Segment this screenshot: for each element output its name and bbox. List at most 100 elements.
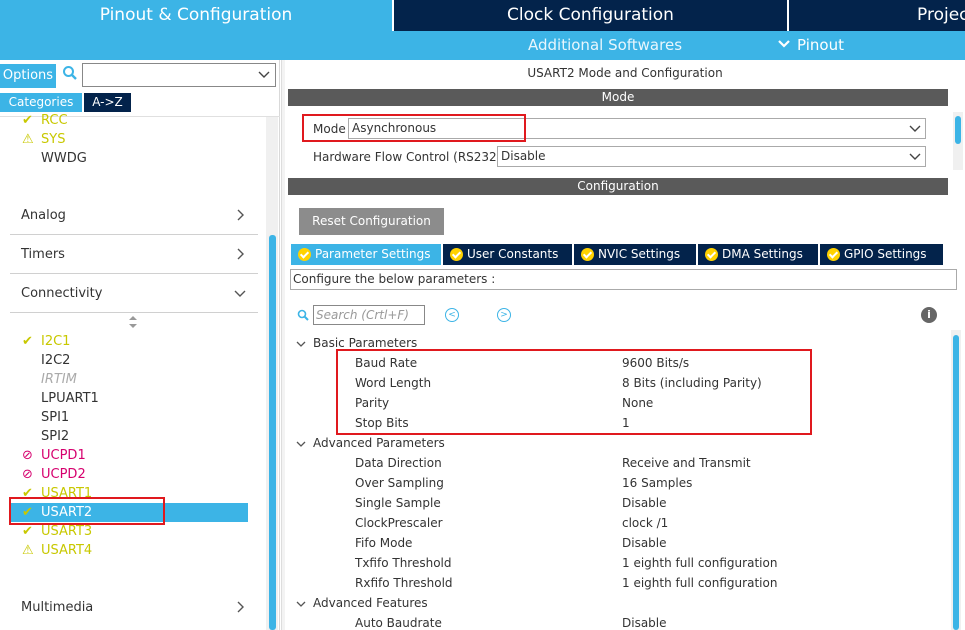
tab-project-manager[interactable]: Projec xyxy=(789,0,965,31)
reset-configuration-button[interactable]: Reset Configuration xyxy=(299,208,444,235)
warning-icon: ⚠ xyxy=(22,132,34,147)
check-circle-icon xyxy=(827,248,840,261)
list-item-label: UCPD1 xyxy=(41,448,86,463)
previous-result-icon[interactable]: < xyxy=(445,308,459,322)
group-advanced-parameters[interactable]: Advanced Parameters xyxy=(313,436,445,450)
tab-clock-configuration[interactable]: Clock Configuration xyxy=(394,0,787,31)
chevron-down-icon[interactable] xyxy=(296,339,306,349)
check-circle-icon xyxy=(450,248,463,261)
group-advanced-features[interactable]: Advanced Features xyxy=(313,596,428,610)
param-name: Fifo Mode xyxy=(355,536,413,550)
list-item-ucpd1[interactable]: ⊘ UCPD1 xyxy=(22,446,86,465)
chevron-right-icon xyxy=(237,209,244,221)
category-label: Connectivity xyxy=(21,286,103,301)
chevron-down-icon xyxy=(234,290,246,297)
tab-label: NVIC Settings xyxy=(598,247,681,261)
category-connectivity[interactable]: Connectivity xyxy=(0,275,258,313)
list-item-label: IRTIM xyxy=(41,372,77,387)
param-name: Over Sampling xyxy=(355,476,444,490)
left-scrollbar-thumb[interactable] xyxy=(269,235,276,630)
param-value[interactable]: Disable xyxy=(622,536,667,550)
chevron-down-icon xyxy=(909,153,921,160)
categories-tab[interactable]: Categories xyxy=(0,93,82,112)
list-item-rcc[interactable]: ✔ RCC xyxy=(22,111,68,130)
category-label: Timers xyxy=(21,247,65,262)
divider xyxy=(10,273,258,274)
page-title: USART2 Mode and Configuration xyxy=(527,66,723,80)
search-icon xyxy=(297,309,309,321)
hardware-flow-control-select[interactable]: Disable xyxy=(497,146,926,167)
param-value[interactable]: Disable xyxy=(622,616,667,630)
warning-icon: ⚠ xyxy=(22,543,34,558)
list-item-label: I2C2 xyxy=(41,353,71,368)
check-circle-icon xyxy=(705,248,718,261)
category-multimedia[interactable]: Multimedia xyxy=(0,589,258,627)
usart2-highlight-box xyxy=(9,497,165,525)
tab-user-constants[interactable]: User Constants xyxy=(443,244,572,265)
list-item-label: UCPD2 xyxy=(41,467,86,482)
list-item-i2c1[interactable]: ✔ I2C1 xyxy=(22,332,70,351)
tab-parameter-settings[interactable]: Parameter Settings xyxy=(291,244,441,265)
param-name: ClockPrescaler xyxy=(355,516,443,530)
list-item-sys[interactable]: ⚠ SYS xyxy=(22,130,65,149)
chevron-down-icon[interactable] xyxy=(296,439,306,449)
list-item-label: I2C1 xyxy=(41,334,71,349)
list-item-ucpd2[interactable]: ⊘ UCPD2 xyxy=(22,465,86,484)
param-value[interactable]: 16 Samples xyxy=(622,476,692,490)
list-item-label: USART4 xyxy=(41,543,93,558)
param-value[interactable]: 1 eighth full configuration xyxy=(622,576,777,590)
param-name: Txfifo Threshold xyxy=(355,556,452,570)
category-analog[interactable]: Analog xyxy=(0,197,258,235)
chevron-down-icon[interactable] xyxy=(296,599,306,609)
list-item-label: LPUART1 xyxy=(41,391,99,406)
param-value[interactable]: Receive and Transmit xyxy=(622,456,751,470)
mode-scrollbar-thumb[interactable] xyxy=(955,116,961,144)
param-name: Rxfifo Threshold xyxy=(355,576,453,590)
chevron-right-icon xyxy=(237,248,244,260)
parameters-scrollbar-thumb[interactable] xyxy=(953,335,959,630)
additional-softwares-menu[interactable]: Additional Softwares xyxy=(528,31,682,60)
tab-gpio-settings[interactable]: GPIO Settings xyxy=(820,244,943,265)
tab-dma-settings[interactable]: DMA Settings xyxy=(698,244,818,265)
group-basic-parameters[interactable]: Basic Parameters xyxy=(313,336,417,350)
tab-nvic-settings[interactable]: NVIC Settings xyxy=(574,244,696,265)
left-panel: Options Categories A->Z ✔ RCC ⚠ SYS WWDG A… xyxy=(0,60,280,630)
info-icon[interactable]: i xyxy=(921,307,937,323)
mode-highlight-box xyxy=(302,114,526,142)
divider xyxy=(10,312,258,313)
pinout-menu[interactable]: Pinout xyxy=(777,31,844,60)
chevron-right-icon xyxy=(237,601,244,613)
param-value[interactable]: 1 eighth full configuration xyxy=(622,556,777,570)
list-item-label: SYS xyxy=(41,132,66,147)
check-icon: ✔ xyxy=(22,113,33,128)
a-z-tab[interactable]: A->Z xyxy=(84,93,131,112)
blocked-icon: ⊘ xyxy=(22,448,33,463)
basic-parameters-highlight-box xyxy=(336,349,812,435)
param-name: Auto Baudrate xyxy=(355,616,442,630)
param-name: Single Sample xyxy=(355,496,441,510)
param-value[interactable]: Disable xyxy=(622,496,667,510)
peripheral-search-input[interactable] xyxy=(82,63,276,87)
check-icon: ✔ xyxy=(22,334,33,349)
category-label: Multimedia xyxy=(21,600,94,615)
param-value[interactable]: clock /1 xyxy=(622,516,668,530)
mode-section-header: Mode xyxy=(288,89,948,106)
chevron-down-icon[interactable] xyxy=(257,68,271,82)
parameter-search-input[interactable]: Search (Crtl+F) xyxy=(313,305,425,325)
category-timers[interactable]: Timers xyxy=(0,236,258,274)
options-button[interactable]: Options xyxy=(0,64,56,88)
next-result-icon[interactable]: > xyxy=(497,308,511,322)
sort-icon[interactable] xyxy=(128,315,138,329)
pinout-menu-label: Pinout xyxy=(797,36,844,54)
search-icon xyxy=(63,66,77,80)
param-name: Data Direction xyxy=(355,456,442,470)
tab-pinout-configuration[interactable]: Pinout & Configuration xyxy=(0,0,392,31)
hardware-flow-control-value: Disable xyxy=(501,149,546,163)
list-item-label: WWDG xyxy=(41,151,87,166)
tab-label: GPIO Settings xyxy=(844,247,927,261)
list-item-usart4[interactable]: ⚠ USART4 xyxy=(22,541,92,560)
sub-menu-bar: Additional Softwares Pinout xyxy=(0,31,965,60)
list-item-label: SPI1 xyxy=(41,410,70,425)
list-item-label: SPI2 xyxy=(41,429,70,444)
tab-label: Parameter Settings xyxy=(315,247,431,261)
